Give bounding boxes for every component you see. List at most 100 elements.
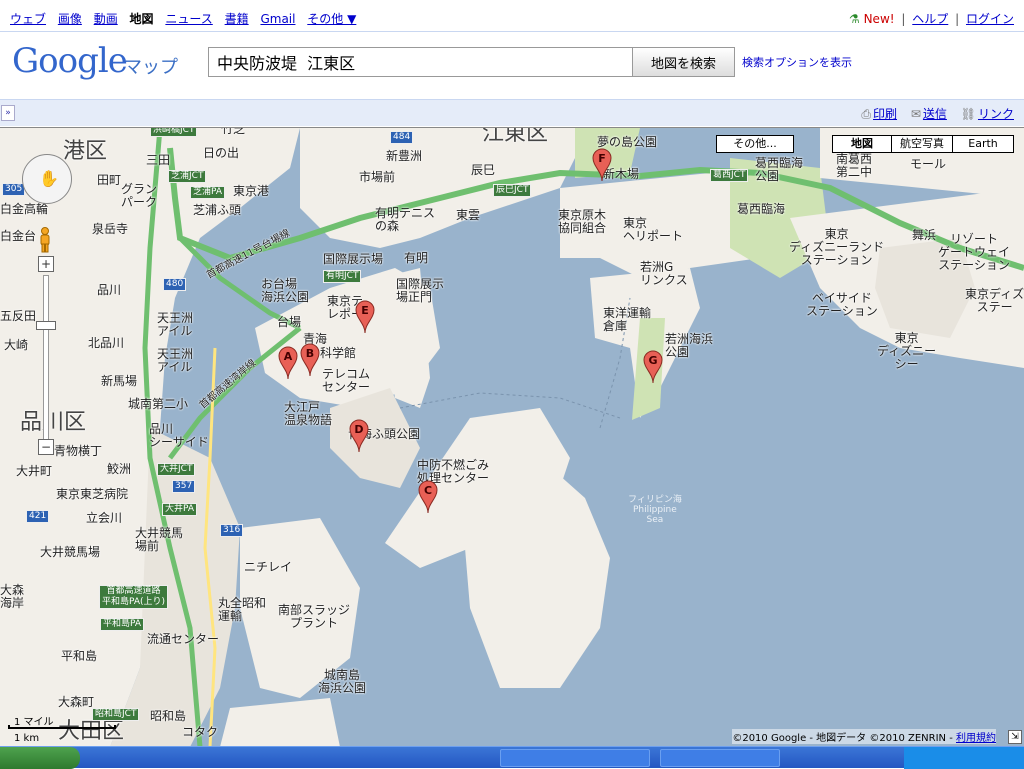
terms-link[interactable]: 利用規約 xyxy=(956,733,996,744)
place-label: 大井競馬 場前 xyxy=(135,526,184,553)
place-label: 青物横丁 xyxy=(54,444,103,458)
search-options-link[interactable]: 検索オプションを表示 xyxy=(742,54,852,70)
marker-letter: E xyxy=(361,304,369,317)
print-icon: ⎙ xyxy=(861,107,871,121)
zoom-slider-thumb[interactable] xyxy=(36,321,56,330)
google-logo-text: Google xyxy=(12,41,128,81)
ward-label-koto: 江東区 xyxy=(482,127,549,146)
place-label: リゾート ゲートウェイ ステーション xyxy=(938,232,1011,272)
highway-badge: 有明JCT xyxy=(323,270,362,283)
place-label: 新豊洲 xyxy=(386,149,423,163)
map-type-map-button[interactable]: 地図 xyxy=(832,135,892,153)
print-link[interactable]: 印刷 xyxy=(873,107,897,121)
start-button[interactable] xyxy=(0,747,80,769)
place-label: 丸全昭和 運輸 xyxy=(218,596,267,623)
service-link-news[interactable]: ニュース xyxy=(165,12,212,26)
highway-badge: 辰巳JCT xyxy=(493,184,532,197)
highway-badge: 浜崎橋JCT xyxy=(150,128,198,137)
route-shield: 484 xyxy=(390,131,414,144)
new-features-link[interactable]: New! xyxy=(864,12,895,26)
route-shield: 480 xyxy=(163,278,187,291)
place-label: 東京 ヘリポート xyxy=(623,216,684,243)
pan-control[interactable]: ✋ xyxy=(22,154,72,204)
service-link-more[interactable]: その他 ▼ xyxy=(307,12,356,26)
marker-letter: D xyxy=(354,423,364,436)
account-links: ⚗ New! | ヘルプ | ログイン xyxy=(849,10,1014,27)
search-result-marker-a[interactable]: A xyxy=(278,346,298,380)
place-label: 泉岳寺 xyxy=(92,222,129,236)
map-canvas[interactable]: 港区 江東区 品川区 大田区 夢の島公園 新木場 辰巳 東雲 有明テニス の森 … xyxy=(0,127,1024,746)
place-label: ニチレイ xyxy=(244,560,293,574)
top-navigation-bar: ウェブ 画像 動画 地図 ニュース 書籍 Gmail その他 ▼ ⚗ New! … xyxy=(0,0,1024,32)
place-label: 東雲 xyxy=(456,208,481,222)
search-result-marker-c[interactable]: C xyxy=(418,480,438,514)
place-label: 平和島 xyxy=(61,649,98,663)
place-label: 東洋運輸 倉庫 xyxy=(603,306,652,333)
place-label: 南葛西 第二中 xyxy=(836,152,873,179)
help-link[interactable]: ヘルプ xyxy=(912,12,948,26)
map-copyright: ©2010 Google - 地図データ ©2010 ZENRIN - 利用規約 xyxy=(732,729,996,744)
place-label: 大江戸 温泉物語 xyxy=(284,400,333,427)
place-label: 有明 xyxy=(404,251,429,265)
send-link[interactable]: 送信 xyxy=(923,107,947,121)
place-label: 城南島 海浜公園 xyxy=(318,668,367,695)
place-label: 日の出 xyxy=(203,146,240,160)
place-label: 有明テニス の森 xyxy=(375,206,436,233)
taskbar-window-button[interactable] xyxy=(660,749,780,767)
overview-map-toggle-icon[interactable]: ⇲ xyxy=(1008,730,1022,744)
map-type-earth-button[interactable]: Earth xyxy=(952,135,1014,153)
route-shield: 357 xyxy=(172,480,196,493)
search-input[interactable] xyxy=(208,47,633,77)
highway-badge: 芝浦JCT xyxy=(168,170,207,183)
search-result-marker-f[interactable]: F xyxy=(592,148,612,182)
ward-label-ota: 大田区 xyxy=(58,719,125,744)
zoom-in-button[interactable]: + xyxy=(38,256,54,272)
marker-letter: C xyxy=(423,484,433,497)
search-result-marker-d[interactable]: D xyxy=(349,419,369,453)
search-result-marker-b[interactable]: B xyxy=(300,343,320,377)
place-label: 南部スラッジ プラント xyxy=(278,603,351,630)
place-label: 若洲G リンクス xyxy=(640,260,688,287)
highway-badge: 大井PA xyxy=(162,503,198,516)
marker-letter: B xyxy=(305,347,315,360)
place-label: 葛西臨海 xyxy=(737,202,786,216)
more-layers-button[interactable]: その他... xyxy=(716,135,794,153)
service-link-maps[interactable]: 地図 xyxy=(130,12,154,26)
place-label: 大森 海岸 xyxy=(0,583,25,610)
place-label: 竹芝 xyxy=(221,127,246,136)
place-label: ベイサイド ステーション xyxy=(806,291,878,318)
search-maps-button[interactable]: 地図を検索 xyxy=(632,47,735,77)
service-link-books[interactable]: 書籍 xyxy=(225,12,249,26)
google-maps-logo[interactable]: Google マップ xyxy=(12,41,192,81)
search-result-marker-g[interactable]: G xyxy=(643,350,663,384)
marker-letter: A xyxy=(283,350,293,363)
service-link-gmail[interactable]: Gmail xyxy=(260,12,295,26)
service-link-video[interactable]: 動画 xyxy=(94,12,118,26)
map-actions: ⎙ 印刷 ✉ 送信 ⛓ リンク xyxy=(851,105,1014,122)
link-link[interactable]: リンク xyxy=(978,107,1014,121)
highway-badge: 大井JCT xyxy=(157,463,196,476)
marker-letter: G xyxy=(648,354,658,367)
service-link-web[interactable]: ウェブ xyxy=(10,12,46,26)
place-label: 五反田 xyxy=(0,309,37,323)
place-label: 台場 xyxy=(277,315,302,329)
place-label: 科学館 xyxy=(320,346,357,360)
taskbar-window-button[interactable] xyxy=(500,749,650,767)
place-label: 国際展示 場正門 xyxy=(396,277,445,304)
search-result-marker-e[interactable]: E xyxy=(355,300,375,334)
collapse-panel-button[interactable]: » xyxy=(1,105,15,121)
map-type-satellite-button[interactable]: 航空写真 xyxy=(891,135,953,153)
marker-letter: F xyxy=(598,152,606,165)
ward-label-minato: 港区 xyxy=(63,139,108,164)
place-label: モール xyxy=(910,157,947,171)
zoom-slider-track[interactable] xyxy=(43,275,49,441)
place-label: 鮫洲 xyxy=(107,462,132,476)
zoom-out-button[interactable]: − xyxy=(38,439,54,455)
place-label: 昭和島 xyxy=(150,709,187,723)
service-link-images[interactable]: 画像 xyxy=(58,12,82,26)
place-label: 市場前 xyxy=(359,170,396,184)
place-label: 辰巳 xyxy=(471,163,496,177)
street-view-pegman-icon[interactable] xyxy=(38,227,52,253)
place-label: グラン パーク xyxy=(121,182,158,209)
login-link[interactable]: ログイン xyxy=(966,12,1014,26)
